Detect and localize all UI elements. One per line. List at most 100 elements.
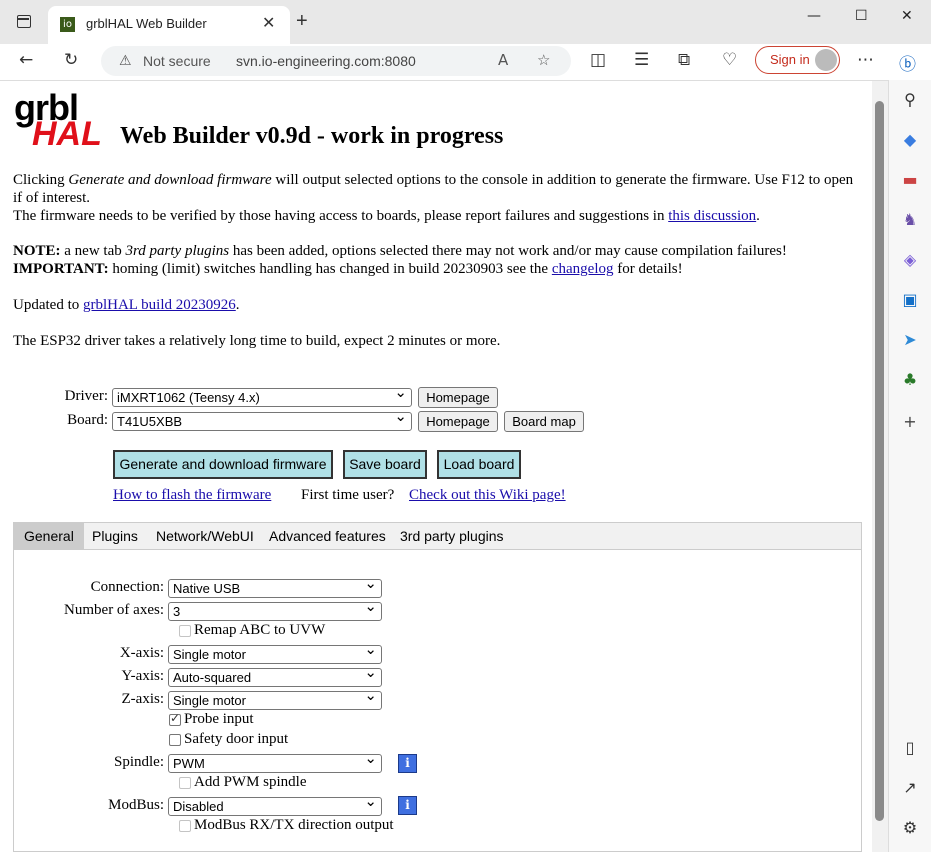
connection-select[interactable]: Native USB bbox=[168, 575, 382, 598]
health-icon[interactable]: ♡ bbox=[722, 50, 737, 70]
browser-toolbar: ← ↻ ⚠ Not secure svn.io-engineering.com:… bbox=[0, 44, 931, 81]
flash-firmware-link[interactable]: How to flash the firmware bbox=[113, 487, 271, 504]
maximize-icon[interactable]: ☐ bbox=[855, 8, 868, 24]
first-time-label: First time user? bbox=[301, 487, 395, 503]
browser-titlebar: io grblHAL Web Builder ✕ + — ☐ ✕ bbox=[0, 0, 931, 44]
tab-advanced-features[interactable]: Advanced features bbox=[259, 523, 396, 549]
open-external-icon[interactable]: ↗ bbox=[900, 778, 920, 798]
safety-door-checkbox[interactable] bbox=[169, 734, 181, 746]
favorites-icon[interactable]: ☰ bbox=[634, 50, 649, 70]
favorite-star-icon[interactable]: ☆ bbox=[537, 51, 550, 69]
tab-plugins[interactable]: Plugins bbox=[82, 523, 148, 549]
build-link[interactable]: grblHAL build 20230926 bbox=[83, 297, 236, 313]
discussion-link[interactable]: this discussion bbox=[668, 208, 756, 224]
important-text: for details! bbox=[613, 261, 683, 277]
spindle-info-button[interactable]: i bbox=[398, 754, 417, 773]
close-tab-icon[interactable]: ✕ bbox=[262, 13, 275, 33]
add-icon[interactable]: + bbox=[900, 412, 920, 432]
read-aloud-icon[interactable]: A bbox=[498, 51, 508, 69]
tools-icon[interactable]: ▬ bbox=[900, 170, 920, 190]
probe-input-label: Probe input bbox=[184, 711, 254, 727]
note-text: a new tab bbox=[60, 243, 126, 259]
important-text: homing (limit) switches handling has cha… bbox=[108, 261, 552, 277]
tab-network-webui[interactable]: Network/WebUI bbox=[146, 523, 264, 549]
security-label[interactable]: Not secure bbox=[143, 53, 211, 69]
axes-select[interactable]: 3 bbox=[168, 598, 382, 621]
browser-sidebar: ⚲ ◆ ▬ ♞ ◈ ▣ ➤ ♣ + ▯ ↗ ⚙ bbox=[888, 80, 931, 852]
updated-text: . bbox=[235, 297, 240, 313]
warning-icon[interactable]: ⚠ bbox=[119, 52, 132, 69]
modbus-rxtx-label: ModBus RX/TX direction output bbox=[194, 817, 394, 833]
board-homepage-button[interactable]: Homepage bbox=[418, 411, 498, 432]
board-select[interactable]: T41U5XBB bbox=[112, 408, 412, 431]
split-screen-icon[interactable]: ◫ bbox=[590, 50, 606, 70]
tab-title: grblHAL Web Builder bbox=[86, 16, 207, 31]
tab-3rd-party-plugins[interactable]: 3rd party plugins bbox=[390, 523, 514, 549]
shopping-tag-icon[interactable]: ◆ bbox=[900, 130, 920, 150]
browser-tab[interactable]: io grblHAL Web Builder ✕ bbox=[48, 6, 290, 44]
settings-gear-icon[interactable]: ⚙ bbox=[900, 818, 920, 838]
tab-general[interactable]: General bbox=[14, 523, 84, 549]
updated-text: Updated to bbox=[13, 297, 83, 313]
modbus-info-button[interactable]: i bbox=[398, 796, 417, 815]
minimize-icon[interactable]: — bbox=[807, 8, 821, 24]
esp32-note: The ESP32 driver takes a relatively long… bbox=[13, 333, 501, 349]
save-board-button[interactable]: Save board bbox=[343, 450, 427, 479]
close-window-icon[interactable]: ✕ bbox=[901, 8, 913, 24]
remap-abc-label: Remap ABC to UVW bbox=[194, 622, 326, 638]
driver-select[interactable]: iMXRT1062 (Teensy 4.x) bbox=[112, 384, 412, 407]
driver-homepage-button[interactable]: Homepage bbox=[418, 387, 498, 408]
y-axis-select[interactable]: Auto-squared bbox=[168, 664, 382, 687]
important-label: IMPORTANT: bbox=[13, 261, 109, 277]
collections-icon[interactable]: ⧉ bbox=[678, 50, 690, 70]
intro-text: Clicking bbox=[13, 172, 69, 188]
tree-icon[interactable]: ♣ bbox=[900, 370, 920, 390]
intro-paragraph: Clicking Generate and download firmware … bbox=[13, 171, 863, 225]
connection-label: Connection: bbox=[90, 579, 164, 595]
add-pwm-spindle-checkbox[interactable] bbox=[179, 777, 191, 789]
url-text[interactable]: svn.io-engineering.com:8080 bbox=[236, 53, 416, 69]
modbus-label: ModBus: bbox=[108, 797, 164, 813]
logo-hal: HAL bbox=[32, 115, 102, 153]
generate-firmware-button[interactable]: Generate and download firmware bbox=[113, 450, 333, 479]
z-axis-select[interactable]: Single motor bbox=[168, 687, 382, 710]
load-board-button[interactable]: Load board bbox=[437, 450, 521, 479]
favicon-icon: io bbox=[60, 17, 75, 32]
page-scrollbar[interactable] bbox=[872, 81, 888, 852]
tab-actions-icon[interactable] bbox=[17, 15, 31, 28]
remap-abc-checkbox[interactable] bbox=[179, 625, 191, 637]
search-icon[interactable]: ⚲ bbox=[900, 90, 920, 110]
intro-text: . bbox=[756, 208, 760, 224]
sign-in-button[interactable]: Sign in bbox=[755, 46, 840, 74]
bing-icon[interactable]: ⓑ bbox=[899, 50, 916, 75]
games-icon[interactable]: ♞ bbox=[900, 210, 920, 230]
new-tab-icon[interactable]: + bbox=[296, 10, 308, 33]
more-menu-icon[interactable]: ⋯ bbox=[857, 50, 874, 70]
address-bar[interactable]: ⚠ Not secure svn.io-engineering.com:8080… bbox=[101, 46, 571, 76]
scrollbar-thumb[interactable] bbox=[875, 101, 884, 821]
wiki-link[interactable]: Check out this Wiki page! bbox=[409, 487, 566, 504]
avatar bbox=[815, 49, 837, 71]
back-icon[interactable]: ← bbox=[19, 50, 33, 70]
refresh-icon[interactable]: ↻ bbox=[64, 50, 78, 70]
board-label: Board: bbox=[67, 412, 108, 428]
page-content: grbl HAL Web Builder v0.9d - work in pro… bbox=[0, 81, 872, 852]
board-map-button[interactable]: Board map bbox=[504, 411, 584, 432]
y-axis-label: Y-axis: bbox=[121, 668, 165, 684]
page-title: Web Builder v0.9d - work in progress bbox=[120, 123, 504, 149]
outlook-icon[interactable]: ▣ bbox=[900, 290, 920, 310]
modbus-select[interactable]: Disabled bbox=[168, 793, 382, 816]
send-icon[interactable]: ➤ bbox=[900, 330, 920, 350]
add-pwm-spindle-label: Add PWM spindle bbox=[194, 774, 307, 790]
office-icon[interactable]: ◈ bbox=[900, 250, 920, 270]
note-label: NOTE: bbox=[13, 243, 61, 259]
sidebar-toggle-icon[interactable]: ▯ bbox=[900, 738, 920, 758]
probe-input-checkbox[interactable] bbox=[169, 711, 181, 726]
changelog-link[interactable]: changelog bbox=[552, 261, 614, 277]
x-axis-select[interactable]: Single motor bbox=[168, 641, 382, 664]
safety-door-label: Safety door input bbox=[184, 731, 289, 747]
modbus-rxtx-checkbox[interactable] bbox=[179, 820, 191, 832]
spindle-select[interactable]: PWM bbox=[168, 750, 382, 773]
note-paragraph: NOTE: a new tab 3rd party plugins has be… bbox=[13, 242, 863, 278]
intro-text: The firmware needs to be verified by tho… bbox=[13, 208, 669, 224]
